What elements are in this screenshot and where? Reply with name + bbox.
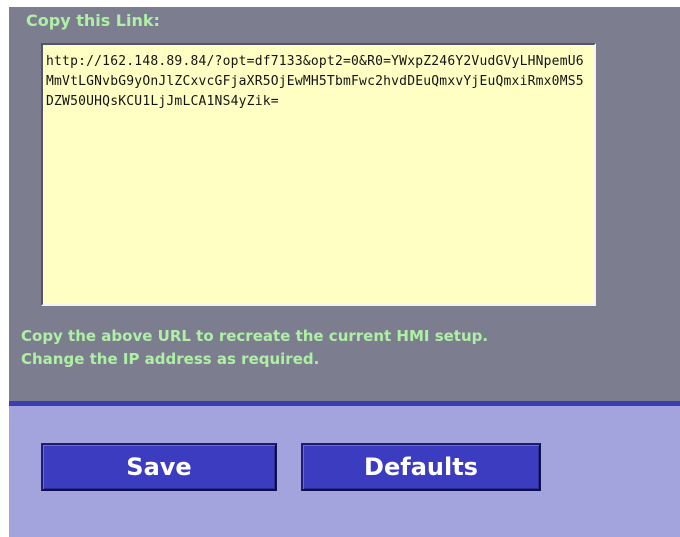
instructions-line-1: Copy the above URL to recreate the curre…: [21, 327, 489, 345]
instructions-line-2: Change the IP address as required.: [21, 350, 320, 368]
link-section: Copy this Link: http://162.148.89.84/?op…: [9, 7, 680, 401]
defaults-button[interactable]: Defaults: [301, 443, 541, 491]
copy-link-panel: Copy this Link: http://162.148.89.84/?op…: [9, 7, 680, 537]
copy-link-title: Copy this Link:: [26, 11, 160, 30]
instructions-text: Copy the above URL to recreate the curre…: [21, 325, 680, 371]
save-button[interactable]: Save: [41, 443, 277, 491]
button-bar: Save Defaults: [9, 406, 680, 537]
link-textarea[interactable]: http://162.148.89.84/?opt=df7133&opt2=0&…: [41, 43, 596, 306]
